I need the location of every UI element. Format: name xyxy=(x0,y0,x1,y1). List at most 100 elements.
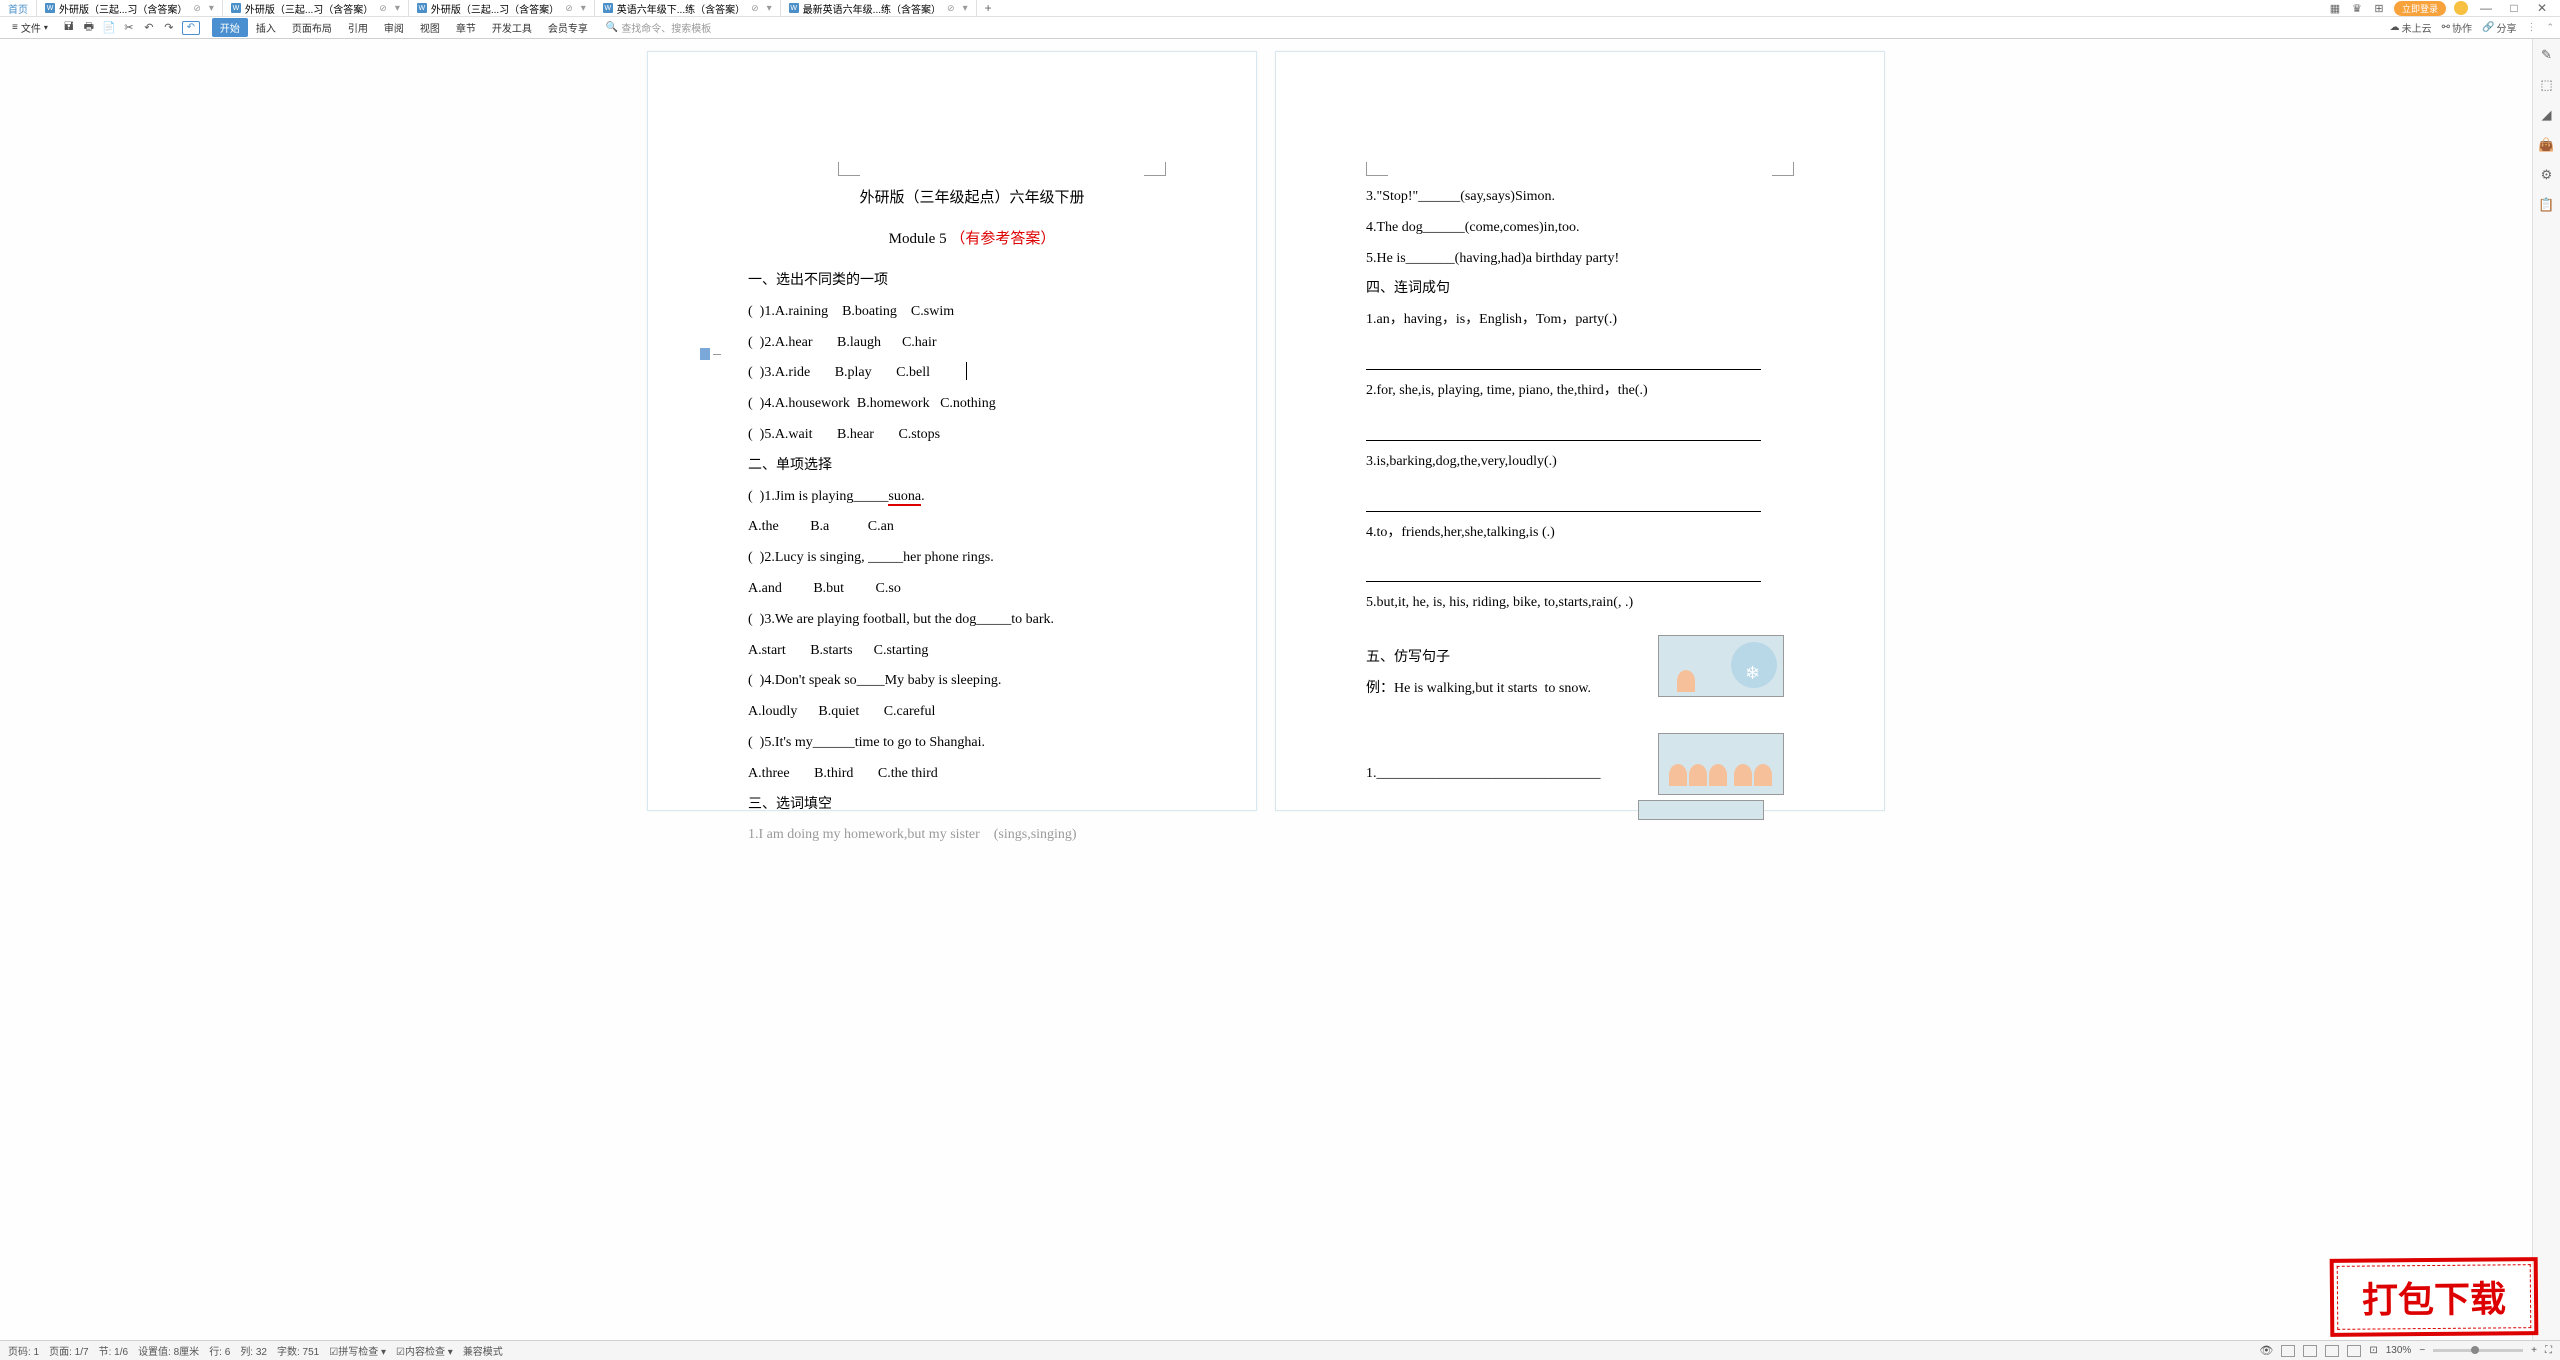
cloud-icon: ☁ xyxy=(2390,22,2400,33)
toolbar-right: ☁未上云 ⚯协作 🔗分享 ⋮ ⌃ xyxy=(2390,20,2554,35)
format-painter-icon[interactable]: ↶ xyxy=(182,21,200,35)
grid-icon[interactable]: ▦ xyxy=(2328,1,2342,15)
stamp-text: 打包下载 xyxy=(2362,1270,2506,1323)
new-tab-button[interactable]: + xyxy=(977,1,1000,15)
cloud-status[interactable]: ☁未上云 xyxy=(2390,20,2432,35)
kebab-icon[interactable]: ⋮ xyxy=(2526,22,2536,33)
zoom-in-button[interactable]: + xyxy=(2531,1345,2537,1356)
eye-icon[interactable]: 👁 xyxy=(2259,1344,2273,1357)
status-col[interactable]: 列: 32 xyxy=(240,1343,267,1358)
view-page-icon[interactable] xyxy=(2281,1345,2295,1357)
redo-icon[interactable]: ↷ xyxy=(162,21,176,35)
page-content: 外研版（三年级起点）六年级下册 Module 5 （有参考答案） 一、选出不同类… xyxy=(748,182,1196,851)
status-setting[interactable]: 设置值: 8厘米 xyxy=(138,1343,199,1358)
document-tab-0[interactable]: W 外研版（三起...习（含答案） ⊘ ▾ xyxy=(37,0,223,17)
toolbar: ≡ 文件 ▾ 🖬 🖶 📄 ✂ ↶ ↷ ↶ 开始 插入 页面布局 引用 审阅 视图… xyxy=(0,17,2560,39)
main-area: 外研版（三年级起点）六年级下册 Module 5 （有参考答案） 一、选出不同类… xyxy=(0,39,2560,1340)
pin-icon[interactable]: ⊘ xyxy=(193,3,201,14)
avatar[interactable] xyxy=(2454,1,2468,15)
ribbon-tab-premium[interactable]: 会员专享 xyxy=(540,18,596,37)
document-tab-4[interactable]: W 最新英语六年级...练（含答案） ⊘ ▾ xyxy=(781,0,977,17)
bag-icon[interactable]: 👜 xyxy=(2539,137,2555,153)
clipboard-icon[interactable]: 📋 xyxy=(2539,197,2555,213)
status-section[interactable]: 节: 1/6 xyxy=(99,1343,128,1358)
status-content-check[interactable]: ☑内容检查 ▾ xyxy=(396,1343,453,1358)
pin-icon[interactable]: ⊘ xyxy=(379,3,387,14)
illustration-partial xyxy=(1638,800,1764,820)
fit-icon[interactable]: ⊡ xyxy=(2369,1345,2377,1356)
ribbon-tab-insert[interactable]: 插入 xyxy=(248,18,284,37)
tab-home[interactable]: 首页 xyxy=(0,0,37,17)
search-icon: 🔍 xyxy=(606,22,618,33)
view-read-icon[interactable] xyxy=(2347,1345,2361,1357)
close-icon[interactable]: ▾ xyxy=(209,3,214,14)
pen-icon[interactable]: ✎ xyxy=(2539,47,2555,63)
document-tab-3[interactable]: W 英语六年级下...练（含答案） ⊘ ▾ xyxy=(595,0,781,17)
doc-line: 3."Stop!"______(say,says)Simon. xyxy=(1366,182,1794,213)
download-stamp[interactable]: 打包下载 xyxy=(2330,1257,2539,1337)
document-tab-1[interactable]: W 外研版（三起...习（含答案） ⊘ ▾ xyxy=(223,0,409,17)
status-page[interactable]: 页码: 1 xyxy=(8,1343,39,1358)
status-words[interactable]: 字数: 751 xyxy=(277,1343,319,1358)
chevron-down-icon: ▾ xyxy=(44,23,48,32)
fullscreen-icon[interactable]: ⛶ xyxy=(2545,1345,2552,1356)
doc-line: 二、单项选择 xyxy=(748,451,1196,482)
crown-icon[interactable]: ♛ xyxy=(2350,1,2364,15)
close-icon[interactable]: ▾ xyxy=(767,3,772,14)
ribbon-tab-devtools[interactable]: 开发工具 xyxy=(484,18,540,37)
grid2-icon[interactable]: ⊞ xyxy=(2372,1,2386,15)
word-icon: W xyxy=(417,3,427,13)
close-icon[interactable]: ▾ xyxy=(395,3,400,14)
status-compat[interactable]: 兼容模式 xyxy=(463,1343,503,1358)
doc-line: A.start B.starts C.starting xyxy=(748,636,1196,667)
view-web-icon[interactable] xyxy=(2325,1345,2339,1357)
zoom-label[interactable]: 130% xyxy=(2386,1345,2412,1356)
command-search[interactable]: 🔍 查找命令、搜索模板 xyxy=(606,20,711,35)
ribbon-tab-start[interactable]: 开始 xyxy=(212,18,248,37)
maximize-button[interactable]: □ xyxy=(2504,1,2524,15)
collab-button[interactable]: ⚯协作 xyxy=(2442,20,2472,35)
titlebar-right: ▦ ♛ ⊞ 立即登录 — □ ✕ xyxy=(2328,1,2560,16)
preview-icon[interactable]: 📄 xyxy=(102,21,116,35)
close-button[interactable]: ✕ xyxy=(2532,1,2552,15)
print-icon[interactable]: 🖶 xyxy=(82,21,96,35)
save-icon[interactable]: 🖬 xyxy=(62,21,76,35)
ribbon-tab-layout[interactable]: 页面布局 xyxy=(284,18,340,37)
pin-icon[interactable]: ⊘ xyxy=(751,3,759,14)
undo-icon[interactable]: ↶ xyxy=(142,21,156,35)
doc-line: 1.an，having，is，English，Tom，party(.) xyxy=(1366,305,1794,336)
status-page-pos[interactable]: 页面: 1/7 xyxy=(49,1343,88,1358)
doc-line: 四、连词成句 xyxy=(1366,274,1794,305)
collapse-ribbon-icon[interactable]: ⌃ xyxy=(2546,22,2554,33)
ribbon-tabs: 开始 插入 页面布局 引用 审阅 视图 章节 开发工具 会员专享 xyxy=(212,18,596,37)
ribbon-tab-view[interactable]: 视图 xyxy=(412,18,448,37)
ribbon-tab-review[interactable]: 审阅 xyxy=(376,18,412,37)
highlight-icon[interactable]: ◢ xyxy=(2539,107,2555,123)
pin-icon[interactable]: ⊘ xyxy=(565,3,573,14)
gear-icon[interactable]: ⚙ xyxy=(2539,167,2555,183)
close-icon[interactable]: ▾ xyxy=(963,3,968,14)
doc-line: A.three B.third C.the third xyxy=(748,759,1196,790)
ribbon-tab-section[interactable]: 章节 xyxy=(448,18,484,37)
status-line[interactable]: 行: 6 xyxy=(209,1343,230,1358)
status-spell[interactable]: ☑拼写检查 ▾ xyxy=(329,1343,386,1358)
login-button[interactable]: 立即登录 xyxy=(2394,1,2446,16)
zoom-out-button[interactable]: − xyxy=(2419,1345,2425,1356)
document-tab-2[interactable]: W 外研版（三起...习（含答案） ⊘ ▾ xyxy=(409,0,595,17)
select-icon[interactable]: ⬚ xyxy=(2539,77,2555,93)
doc-line: ( )3.We are playing football, but the do… xyxy=(748,605,1196,636)
doc-line: 4.The dog______(come,comes)in,too. xyxy=(1366,213,1794,244)
cut-icon[interactable]: ✂ xyxy=(122,21,136,35)
ribbon-tab-reference[interactable]: 引用 xyxy=(340,18,376,37)
doc-line: ( )2.A.hear B.laugh C.hair xyxy=(748,328,1196,359)
close-icon[interactable]: ▾ xyxy=(581,3,586,14)
zoom-slider[interactable] xyxy=(2433,1349,2523,1352)
share-button[interactable]: 🔗分享 xyxy=(2482,20,2516,35)
pin-icon[interactable]: ⊘ xyxy=(947,3,955,14)
document-area[interactable]: 外研版（三年级起点）六年级下册 Module 5 （有参考答案） 一、选出不同类… xyxy=(0,39,2532,1340)
page-marker[interactable] xyxy=(700,348,721,360)
minimize-button[interactable]: — xyxy=(2476,1,2496,15)
file-menu[interactable]: ≡ 文件 ▾ xyxy=(6,20,54,35)
view-outline-icon[interactable] xyxy=(2303,1345,2317,1357)
tab-label: 最新英语六年级...练（含答案） xyxy=(803,1,941,16)
